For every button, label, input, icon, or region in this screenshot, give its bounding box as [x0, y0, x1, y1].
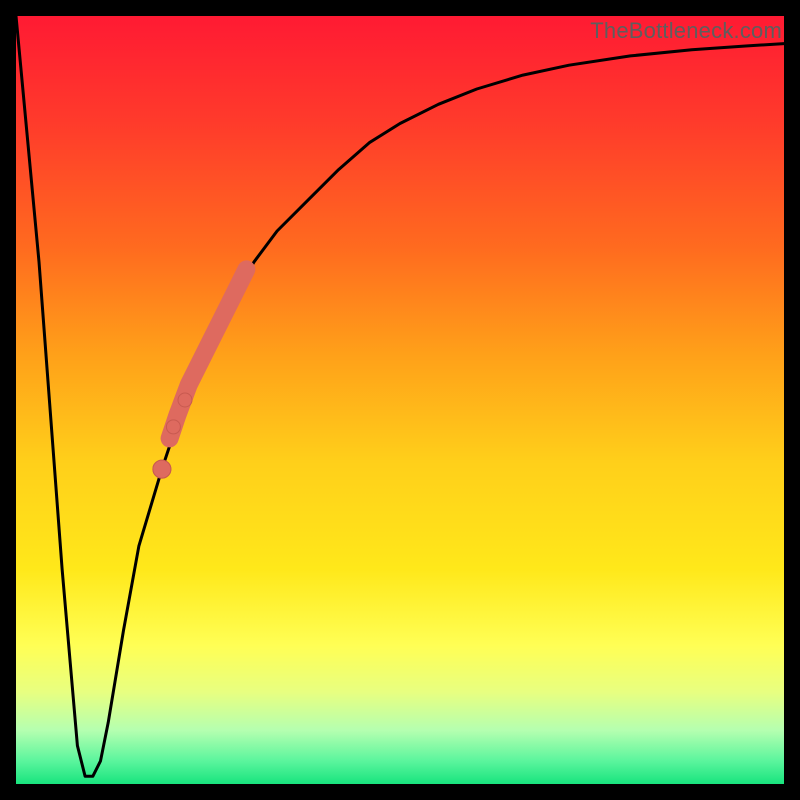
marker-dot [153, 460, 171, 478]
bottleneck-chart: TheBottleneck.com [0, 0, 800, 800]
curve-layer [16, 16, 784, 784]
watermark-text: TheBottleneck.com [590, 18, 782, 44]
marker-dot [178, 393, 192, 407]
bottleneck-curve [16, 16, 784, 776]
marker-capsule [170, 269, 247, 438]
marker-dot [166, 420, 180, 434]
